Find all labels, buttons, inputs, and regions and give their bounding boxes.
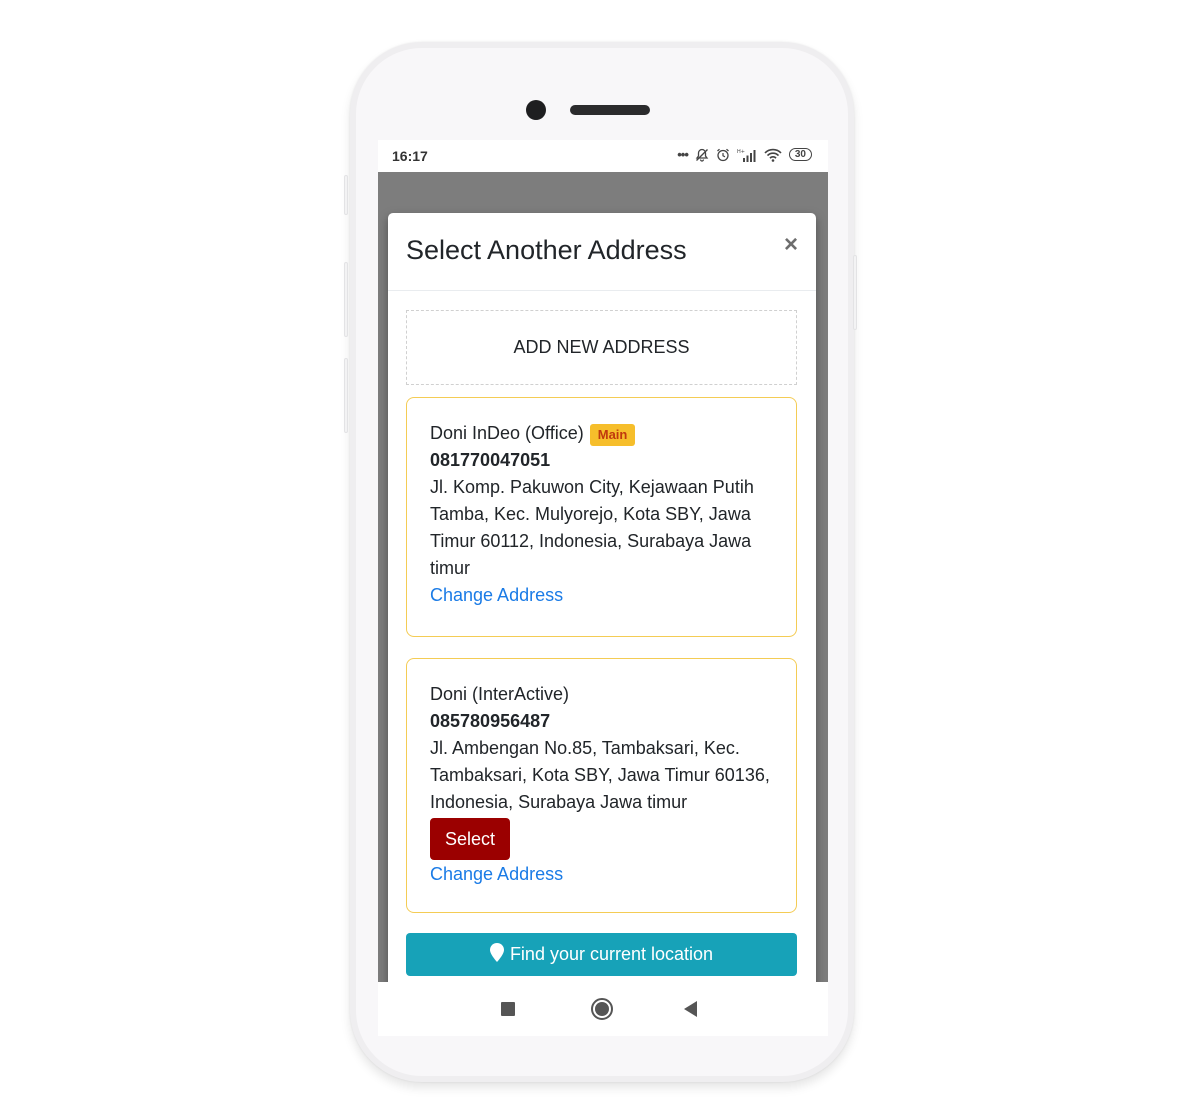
signal-icon: H+ [737,148,757,162]
more-dots-icon: ••• [677,147,689,162]
front-camera [526,100,546,120]
svg-text:H+: H+ [737,149,745,155]
address-card: Doni InDeo (Office) Main 081770047051 Jl… [406,397,797,637]
select-address-modal: Select Another Address × ADD NEW ADDRESS… [388,213,816,995]
phone-power-button [853,255,857,330]
phone-side-button [344,175,348,215]
address-phone: 085780956487 [430,711,551,731]
phone-screen: 16:17 ••• H+ 30 Select Another Address × [378,140,828,1036]
home-icon[interactable] [591,998,613,1020]
modal-backdrop[interactable]: Select Another Address × ADD NEW ADDRESS… [378,172,828,995]
status-bar: 16:17 ••• H+ 30 [378,140,828,172]
add-new-address-button[interactable]: ADD NEW ADDRESS [406,310,797,385]
notifications-off-icon [695,148,709,162]
wifi-icon [764,148,782,162]
address-name-row: Doni InDeo (Office) Main [430,420,773,447]
modal-title: Select Another Address [406,235,687,265]
home-icon-inner [595,1002,609,1016]
change-address-link[interactable]: Change Address [430,861,773,888]
address-text: Jl. Komp. Pakuwon City, Kejawaan Putih T… [430,477,754,578]
change-address-link[interactable]: Change Address [430,582,773,609]
phone-volume-up-button [344,262,348,337]
alarm-icon [716,148,730,162]
main-badge: Main [589,423,636,446]
address-name: Doni (InterActive) [430,684,570,704]
android-nav-bar [378,982,828,1036]
battery-icon: 30 [788,148,812,161]
phone-volume-down-button [344,358,348,433]
status-icons: ••• H+ 30 [677,147,812,162]
find-current-location-button[interactable]: Find your current location [406,933,797,976]
address-name: Doni InDeo (Office) [430,423,584,443]
map-marker-icon [489,942,504,967]
modal-header: Select Another Address × [388,213,816,291]
address-name-row: Doni (InterActive) [430,681,773,708]
find-location-label: Find your current location [509,944,714,964]
earpiece-speaker [570,105,650,115]
back-icon[interactable] [684,1001,697,1017]
select-address-button[interactable]: Select [430,818,511,860]
address-phone: 081770047051 [430,450,551,470]
recent-apps-icon[interactable] [501,1002,515,1016]
address-text: Jl. Ambengan No.85, Tambaksari, Kec. Tam… [430,738,770,812]
close-button[interactable]: × [784,231,798,259]
status-time: 16:17 [392,148,428,164]
address-card: Doni (InterActive) 085780956487 Jl. Ambe… [406,658,797,913]
